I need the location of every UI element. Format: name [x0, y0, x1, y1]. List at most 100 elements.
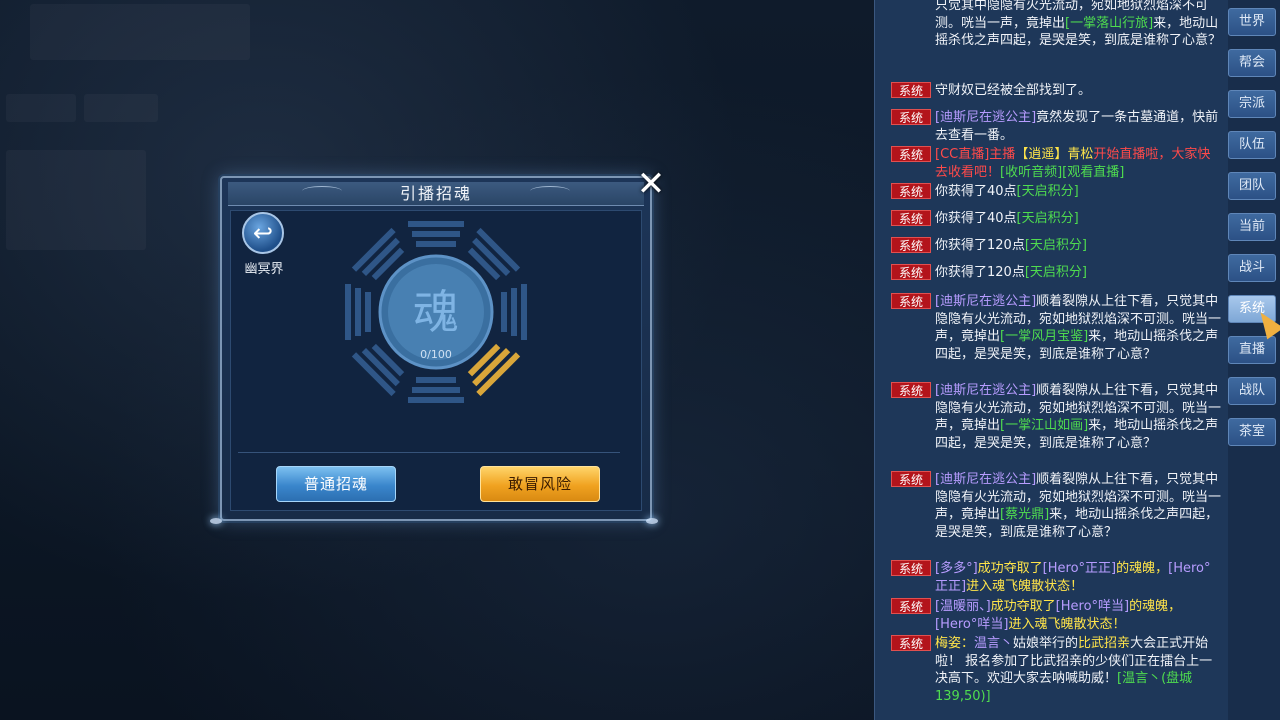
soul-glyph: 魂 [413, 285, 459, 339]
message-segment: 守财奴已经被全部找到了。 [935, 83, 1092, 98]
message-segment: 你获得了40点 [935, 184, 1017, 199]
tab-channel[interactable]: 战斗 [1228, 254, 1276, 282]
player-name-link[interactable]: [多多°] [935, 561, 978, 576]
item-link[interactable]: [一掌江山如画] [1000, 418, 1088, 433]
player-name-link[interactable]: [迪斯尼在逃公主] [935, 110, 1036, 125]
message-segment: 成功夺取了 [977, 561, 1043, 576]
player-name-link[interactable]: [迪斯尼在逃公主] [935, 294, 1036, 309]
chat-message: 系统 [迪斯尼在逃公主]顺着裂隙从上往下看，只觉其中隐隐有火光流动，宛如地狱烈焰深… [891, 293, 1221, 363]
message-segment: 你获得了120点 [935, 238, 1025, 253]
chat-message-text: [迪斯尼在逃公主]顺着裂隙从上往下看，只觉其中隐隐有火光流动，宛如地狱烈焰深不可… [935, 382, 1221, 452]
tab-channel[interactable]: 帮会 [1228, 49, 1276, 77]
item-link[interactable]: [天启积分] [1017, 184, 1079, 199]
title-ornament [302, 186, 342, 196]
trigram-bar [365, 292, 371, 332]
tab-channel[interactable]: 团队 [1228, 172, 1276, 200]
chat-message-text: 你获得了40点[天启积分] [935, 183, 1221, 201]
chat-message-text: 你获得了40点[天启积分] [935, 210, 1221, 228]
chat-message: 系统 [迪斯尼在逃公主]顺着裂隙从上往下看，只觉其中隐隐有火光流动，宛如地狱烈焰深… [891, 382, 1221, 452]
chat-message-text: [迪斯尼在逃公主]竟然发现了一条古墓通道，快前去查看一番。 [935, 109, 1221, 144]
background-hud-element [6, 94, 76, 122]
system-tag: 系统 [891, 146, 931, 162]
system-tag: 系统 [891, 210, 931, 226]
message-segment: 你获得了40点 [935, 211, 1017, 226]
tab-channel[interactable]: 队伍 [1228, 131, 1276, 159]
chat-message: 系统 [迪斯尼在逃公主]顺着裂隙从上往下看，只觉其中隐隐有火光流动，宛如地狱烈焰深… [891, 471, 1221, 541]
system-tag: 系统 [891, 183, 931, 199]
message-segment: 的魂魄， [1116, 561, 1169, 576]
player-name-link[interactable]: 温言丶 [974, 636, 1013, 651]
item-link[interactable]: [一掌落山行旅] [1065, 16, 1153, 31]
player-name-link[interactable]: [Hero°咩当] [935, 617, 1008, 632]
trigram-bar [501, 292, 507, 332]
system-tag: 系统 [891, 598, 931, 614]
close-button[interactable]: ✕ [636, 167, 666, 201]
tab-channel[interactable]: 直播 [1228, 336, 1276, 364]
item-link[interactable]: [蔡光鼎] [1000, 507, 1049, 522]
tab-channel[interactable]: 茶室 [1228, 418, 1276, 446]
chat-message: 系统 梅姿：温言丶姑娘举行的比武招亲大会正式开始啦！ 报名参加了比武招亲的少侠们正… [891, 635, 1221, 705]
system-tag: 系统 [891, 82, 931, 98]
chat-channel-tabs: 世界 帮会 宗派 队伍 团队 当前 战斗 系统 直播 战队 茶室 [1228, 0, 1280, 720]
player-name-link[interactable]: [温暖丽、] [935, 599, 991, 614]
item-link[interactable]: [天启积分] [1025, 265, 1087, 280]
bagua-emblem: 魂 [345, 221, 527, 403]
back-arrow-icon[interactable]: ↩ [242, 212, 284, 254]
trigram-bar [412, 231, 460, 237]
player-name-link[interactable]: [迪斯尼在逃公主] [935, 472, 1036, 487]
normal-summon-button[interactable]: 普通招魂 [276, 466, 396, 502]
trigram-bar [408, 221, 464, 227]
tab-channel[interactable]: 战队 [1228, 377, 1276, 405]
chat-message-text: 梅姿：温言丶姑娘举行的比武招亲大会正式开始啦！ 报名参加了比武招亲的少侠们正在擂… [935, 635, 1221, 705]
chat-message: 系统 [多多°]成功夺取了[Hero°正正]的魂魄，[Hero°正正]进入魂飞魄散… [891, 560, 1221, 595]
message-segment: 进入魂飞魄散状态！ [1008, 616, 1126, 632]
system-tag: 系统 [891, 635, 931, 651]
tab-channel[interactable]: 世界 [1228, 8, 1276, 36]
trigram-bar [511, 288, 517, 336]
background-hud-element [84, 94, 158, 122]
chat-panel[interactable]: 只觉其中隐隐有火光流动，宛如地狱烈焰深不可测。咣当一声，竟掉出[一掌落山行旅]来… [874, 0, 1228, 720]
chat-message: 只觉其中隐隐有火光流动，宛如地狱烈焰深不可测。咣当一声，竟掉出[一掌落山行旅]来… [891, 0, 1221, 50]
chat-message-text: 你获得了120点[天启积分] [935, 237, 1221, 255]
system-tag: 系统 [891, 293, 931, 309]
trigram-bar [416, 377, 456, 383]
chat-message: 系统 你获得了120点[天启积分] [891, 237, 1221, 255]
item-link[interactable]: [天启积分] [1025, 238, 1087, 253]
item-link[interactable]: [一掌风月宝鉴] [1000, 329, 1088, 344]
player-name-link[interactable]: [Hero°正正] [1043, 561, 1116, 576]
chat-message-text: [温暖丽、]成功夺取了[Hero°咩当]的魂魄，[Hero°咩当]进入魂飞魄散状… [935, 598, 1221, 633]
message-segment: 你获得了120点 [935, 265, 1025, 280]
risk-summon-button[interactable]: 敢冒风险 [480, 466, 600, 502]
background-hud-panel [6, 150, 146, 250]
soul-count: 0/100 [420, 348, 452, 361]
corner-glow [210, 518, 222, 524]
message-segment: 比武招亲 [1078, 636, 1131, 651]
dialog-title: 引播招魂 [228, 182, 644, 206]
chat-message-text: 你获得了120点[天启积分] [935, 264, 1221, 282]
title-ornament [530, 186, 570, 196]
chat-message: 系统 你获得了40点[天启积分] [891, 183, 1221, 201]
back-label: 幽冥界 [244, 262, 284, 277]
player-name-link[interactable]: [迪斯尼在逃公主] [935, 383, 1036, 398]
tab-channel[interactable]: 当前 [1228, 213, 1276, 241]
chat-message-text: [多多°]成功夺取了[Hero°正正]的魂魄，[Hero°正正]进入魂飞魄散状态… [935, 560, 1221, 595]
tab-channel[interactable]: 宗派 [1228, 90, 1276, 118]
message-segment: 的魂魄， [1129, 599, 1182, 614]
trigram-bar [412, 387, 460, 393]
player-name-link[interactable]: [Hero°咩当] [1056, 599, 1129, 614]
item-link[interactable]: [天启积分] [1017, 211, 1079, 226]
message-segment: [CC直播]主播 [935, 147, 1016, 162]
chat-message-text: [迪斯尼在逃公主]顺着裂隙从上往下看，只觉其中隐隐有火光流动，宛如地狱烈焰深不可… [935, 293, 1221, 363]
system-tag: 系统 [891, 109, 931, 125]
background-player-frame [30, 4, 250, 60]
system-tag: 系统 [891, 382, 931, 398]
chat-message: 系统 守财奴已经被全部找到了。 [891, 82, 1221, 100]
chat-message-text: [CC直播]主播【逍遥】青松开始直播啦，大家快去收看吧！[收听音频][观看直播] [935, 146, 1221, 181]
message-segment: 进入魂飞魄散状态！ [966, 578, 1084, 594]
trigram-bar [521, 284, 527, 340]
chat-message: 系统 你获得了40点[天启积分] [891, 210, 1221, 228]
chat-message: 系统 你获得了120点[天启积分] [891, 264, 1221, 282]
trigram-bar [416, 241, 456, 247]
item-link[interactable]: [收听音频][观看直播] [1000, 165, 1124, 180]
trigram-bar [355, 288, 361, 336]
